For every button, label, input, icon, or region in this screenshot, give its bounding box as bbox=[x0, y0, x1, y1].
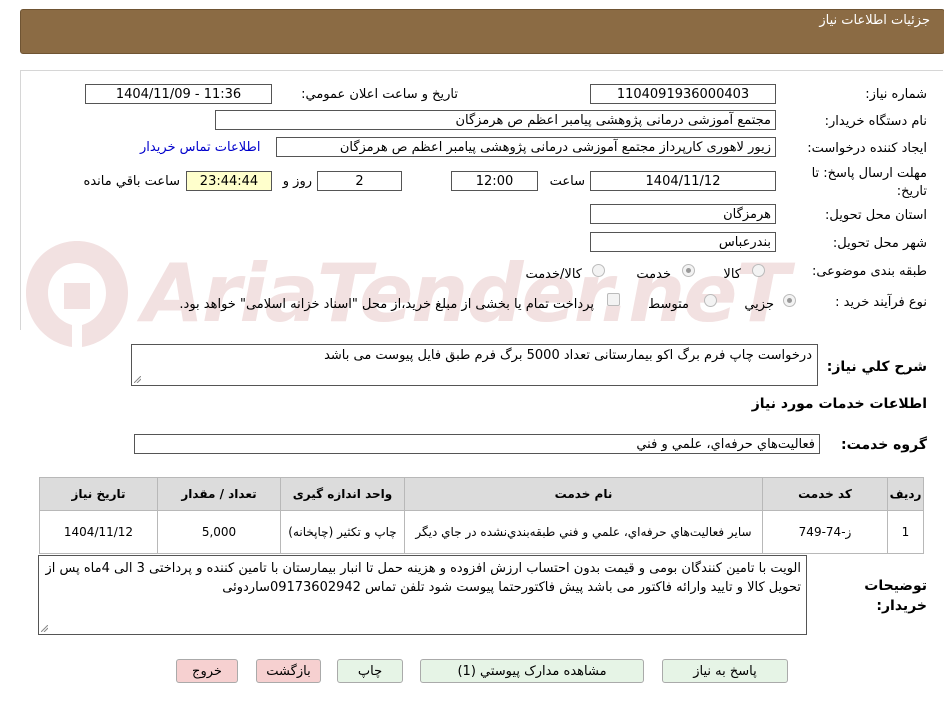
col-header-service-name: نام خدمت bbox=[404, 477, 763, 511]
cell-quantity: 5,000 bbox=[157, 510, 281, 554]
back-button[interactable]: بازگشت bbox=[256, 659, 321, 683]
watermark-text: AriaTender.neT bbox=[142, 247, 790, 340]
service-group-field: فعاليت‌هاي حرفه‌اي، علمي و فني bbox=[134, 434, 820, 454]
print-button[interactable]: چاپ bbox=[337, 659, 403, 683]
city-label: شهر محل تحويل: bbox=[832, 236, 927, 251]
table-row: 1 ز-74-749 ساير فعاليت‌هاي حرفه‌اي، علمي… bbox=[39, 510, 924, 554]
cell-service-name: ساير فعاليت‌هاي حرفه‌اي، علمي و فني طبقه… bbox=[404, 510, 763, 554]
deadline-time-label: ساعت bbox=[549, 174, 585, 189]
category-label: طبقه بندی موضوعی: bbox=[811, 264, 927, 279]
announce-date-field: 1404/11/09 - 11:36 bbox=[85, 84, 272, 104]
page-header bbox=[20, 9, 944, 54]
deadline-label: مهلت ارسال پاسخ: تا تاريخ: bbox=[811, 166, 927, 199]
process-medium-label: متوسط bbox=[648, 297, 689, 312]
process-medium-radio[interactable] bbox=[704, 294, 717, 307]
days-label: روز و bbox=[282, 174, 312, 189]
remaining-time-field: 23:44:44 bbox=[186, 171, 272, 191]
view-attachments-button[interactable]: مشاهده مدارک پيوستي (1) bbox=[420, 659, 644, 683]
buyer-org-field: مجتمع آموزشی درمانی پژوهشی پیامبر اعظم ص… bbox=[215, 110, 776, 130]
watermark-logo-icon bbox=[26, 241, 128, 347]
resize-handle-icon[interactable] bbox=[134, 376, 141, 383]
province-label: استان محل تحويل: bbox=[825, 208, 927, 223]
buyer-notes-text: الویت با تامین کنندگان بومی و قیمت بدون … bbox=[45, 561, 801, 595]
treasury-checkbox[interactable] bbox=[607, 293, 620, 306]
category-goods-service-radio[interactable] bbox=[592, 264, 605, 277]
resize-handle-icon[interactable] bbox=[41, 625, 48, 632]
col-header-need-date: تاريخ نياز bbox=[39, 477, 158, 511]
category-service-label: خدمت bbox=[636, 267, 671, 282]
process-minor-radio[interactable] bbox=[783, 294, 796, 307]
days-field: 2 bbox=[317, 171, 402, 191]
exit-button[interactable]: خروج bbox=[176, 659, 238, 683]
cell-need-date: 1404/11/12 bbox=[39, 510, 158, 554]
cell-unit: چاپ و تکثیر (چاپخانه) bbox=[280, 510, 405, 554]
col-header-quantity: تعداد / مقدار bbox=[157, 477, 281, 511]
buyer-notes-label: توضيحات خريدار: bbox=[864, 578, 927, 614]
buyer-org-label: نام دستگاه خريدار: bbox=[824, 114, 927, 129]
deadline-time-field: 12:00 bbox=[451, 171, 538, 191]
category-service-radio[interactable] bbox=[682, 264, 695, 277]
form-frame-top bbox=[20, 70, 943, 71]
col-header-row-num: رديف bbox=[887, 477, 924, 511]
process-label: نوع فرآيند خريد : bbox=[835, 295, 927, 310]
payment-note: پرداخت تمام يا بخشی از مبلغ خريد،از محل … bbox=[179, 297, 594, 312]
respond-button[interactable]: پاسخ به نياز bbox=[662, 659, 788, 683]
col-header-service-code: كد خدمت bbox=[762, 477, 888, 511]
need-number-label: شماره نياز: bbox=[865, 87, 927, 102]
cell-service-code: ز-74-749 bbox=[762, 510, 888, 554]
table-header-row: رديف كد خدمت نام خدمت واحد اندازه گيری ت… bbox=[39, 477, 924, 511]
services-table: رديف كد خدمت نام خدمت واحد اندازه گيری ت… bbox=[39, 477, 924, 554]
summary-textarea[interactable]: درخواست چاپ فرم برگ اکو بیمارستانی تعداد… bbox=[131, 344, 818, 386]
remaining-time-label: ساعت باقي مانده bbox=[83, 174, 180, 189]
category-goods-radio[interactable] bbox=[752, 264, 765, 277]
summary-text: درخواست چاپ فرم برگ اکو بیمارستانی تعداد… bbox=[324, 348, 812, 363]
need-number-field: 1104091936000403 bbox=[590, 84, 776, 104]
province-field: هرمزگان bbox=[590, 204, 776, 224]
requester-label: ايجاد كننده درخواست: bbox=[807, 141, 927, 156]
deadline-date-field: 1404/11/12 bbox=[590, 171, 776, 191]
cell-row-num: 1 bbox=[887, 510, 924, 554]
requester-field: زیور لاهوری کارپرداز مجتمع آموزشی درمانی… bbox=[276, 137, 776, 157]
service-group-label: گروه خدمت: bbox=[841, 437, 927, 453]
col-header-unit: واحد اندازه گيری bbox=[280, 477, 405, 511]
announce-date-label: تاريخ و ساعت اعلان عمومي: bbox=[301, 87, 458, 102]
category-goods-label: كالا bbox=[723, 267, 741, 282]
form-frame-left bbox=[20, 70, 21, 330]
services-section-title: اطلاعات خدمات مورد نياز bbox=[751, 396, 927, 412]
buyer-contact-link[interactable]: اطلاعات تماس خريدار bbox=[140, 140, 260, 155]
summary-label: شرح كلي نياز: bbox=[826, 359, 927, 375]
process-minor-label: جزيي bbox=[744, 297, 774, 312]
page-title: جزئيات اطلاعات نياز bbox=[819, 13, 930, 28]
city-field: بندرعباس bbox=[590, 232, 776, 252]
buyer-notes-textarea[interactable]: الویت با تامین کنندگان بومی و قیمت بدون … bbox=[38, 555, 807, 635]
category-goods-service-label: كالا/خدمت bbox=[525, 267, 582, 282]
